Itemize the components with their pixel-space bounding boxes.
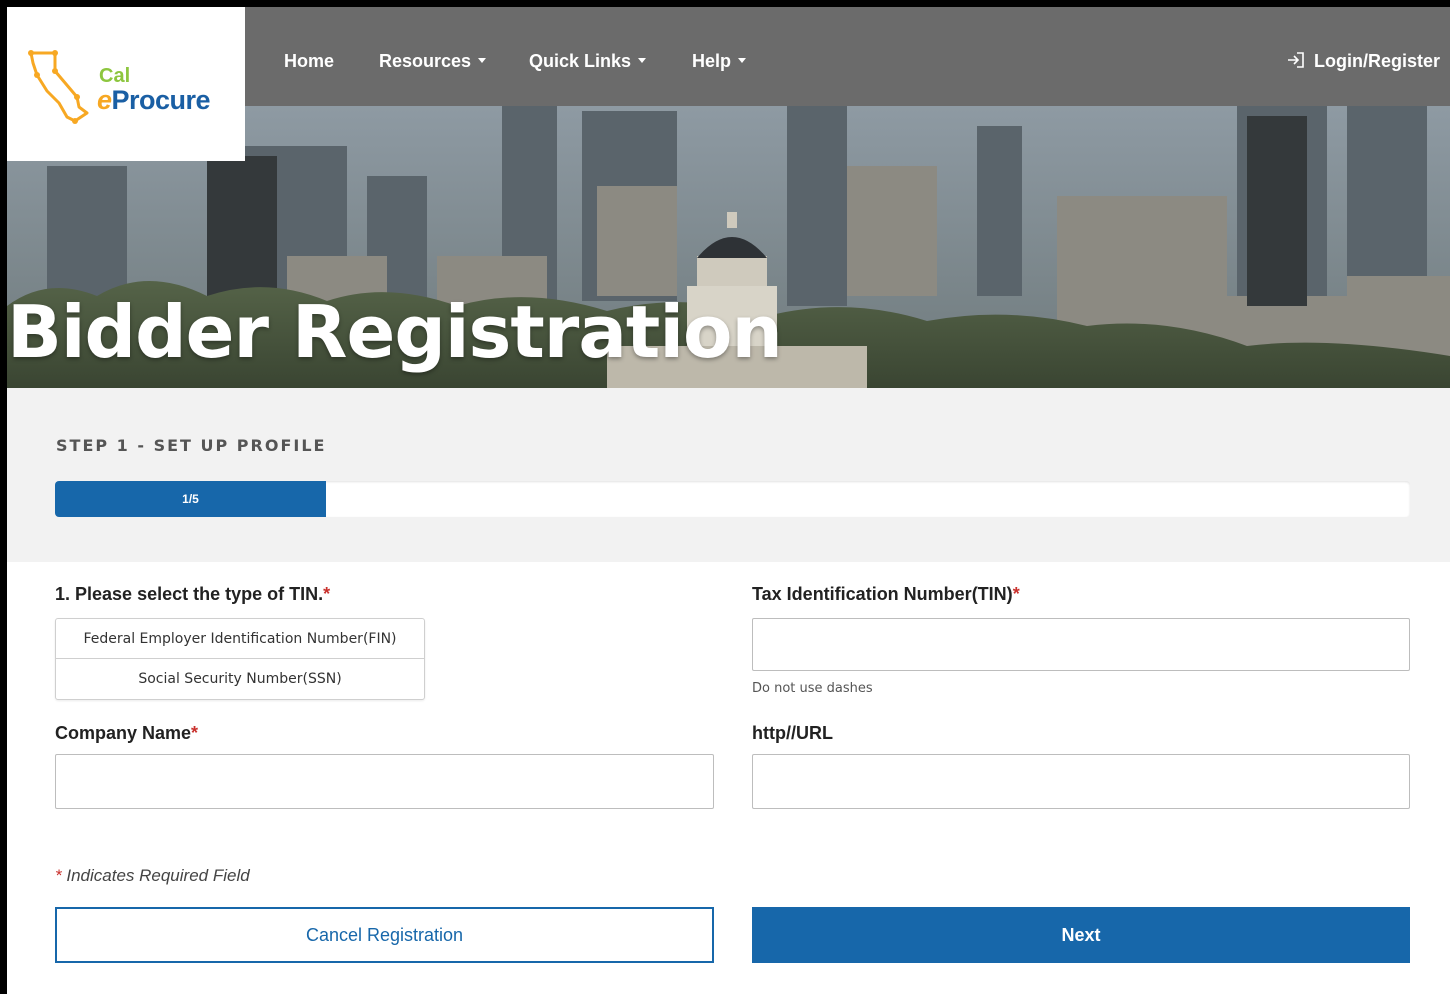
caret-down-icon <box>738 57 747 63</box>
window-left-edge <box>0 0 7 994</box>
login-register-label: Login/Register <box>1313 51 1440 71</box>
nav-resources[interactable]: Resources <box>379 51 487 72</box>
caret-down-icon <box>638 57 647 63</box>
required-field-note: * Indicates Required Field <box>55 866 250 886</box>
page: Home Resources Quick Links Help Login/Re… <box>0 0 1450 994</box>
required-star: * <box>1012 584 1020 604</box>
progress-bar: 1/5 <box>55 481 1410 517</box>
nav-resources-label: Resources <box>379 51 472 71</box>
nav-help-label: Help <box>692 51 732 71</box>
nav-quick-links-label: Quick Links <box>529 51 632 71</box>
tin-label: Tax Identification Number(TIN)* <box>752 584 1020 605</box>
nav-home[interactable]: Home <box>284 51 334 72</box>
nav-home-label: Home <box>284 51 335 71</box>
tin-option-ssn[interactable]: Social Security Number(SSN) <box>56 659 424 699</box>
next-button[interactable]: Next <box>752 907 1410 963</box>
tin-input[interactable] <box>752 618 1410 671</box>
tin-help-text: Do not use dashes <box>752 681 873 696</box>
california-outline-icon <box>28 50 89 124</box>
login-register-link[interactable]: Login/Register <box>1286 51 1440 72</box>
required-star: * <box>191 723 199 743</box>
tin-label-text: Tax Identification Number(TIN) <box>752 584 1013 604</box>
company-name-label-text: Company Name <box>55 723 192 743</box>
logo-procure-text: eProcure <box>97 85 211 116</box>
nav-help[interactable]: Help <box>692 51 747 72</box>
url-label: http//URL <box>752 723 833 743</box>
nav-quick-links[interactable]: Quick Links <box>529 51 647 72</box>
tin-type-selector: Federal Employer Identification Number(F… <box>55 618 425 700</box>
required-note-text: Indicates Required Field <box>66 866 250 885</box>
step-progress-section: STEP 1 - SET UP PROFILE 1/5 <box>7 388 1450 562</box>
window-top-edge <box>0 0 1450 7</box>
required-star: * <box>323 584 331 604</box>
tin-type-label-text: 1. Please select the type of TIN. <box>55 584 324 604</box>
caret-down-icon <box>478 57 487 63</box>
page-title: Bidder Registration <box>7 290 783 374</box>
company-name-input[interactable] <box>55 754 714 809</box>
logo-e-text: e <box>97 85 112 115</box>
url-input[interactable] <box>752 754 1410 809</box>
required-star: * <box>55 866 62 885</box>
tin-type-label: 1. Please select the type of TIN.* <box>55 584 330 605</box>
logo-procure-word: Procure <box>111 85 211 115</box>
progress-bar-fill: 1/5 <box>55 481 326 517</box>
login-icon <box>1287 52 1304 69</box>
company-name-label: Company Name* <box>55 723 198 744</box>
tin-option-fin[interactable]: Federal Employer Identification Number(F… <box>56 619 424 659</box>
cancel-registration-button[interactable]: Cancel Registration <box>55 907 714 963</box>
caleprocure-logo[interactable]: Cal eProcure <box>7 7 245 161</box>
step-label: STEP 1 - SET UP PROFILE <box>56 436 327 455</box>
